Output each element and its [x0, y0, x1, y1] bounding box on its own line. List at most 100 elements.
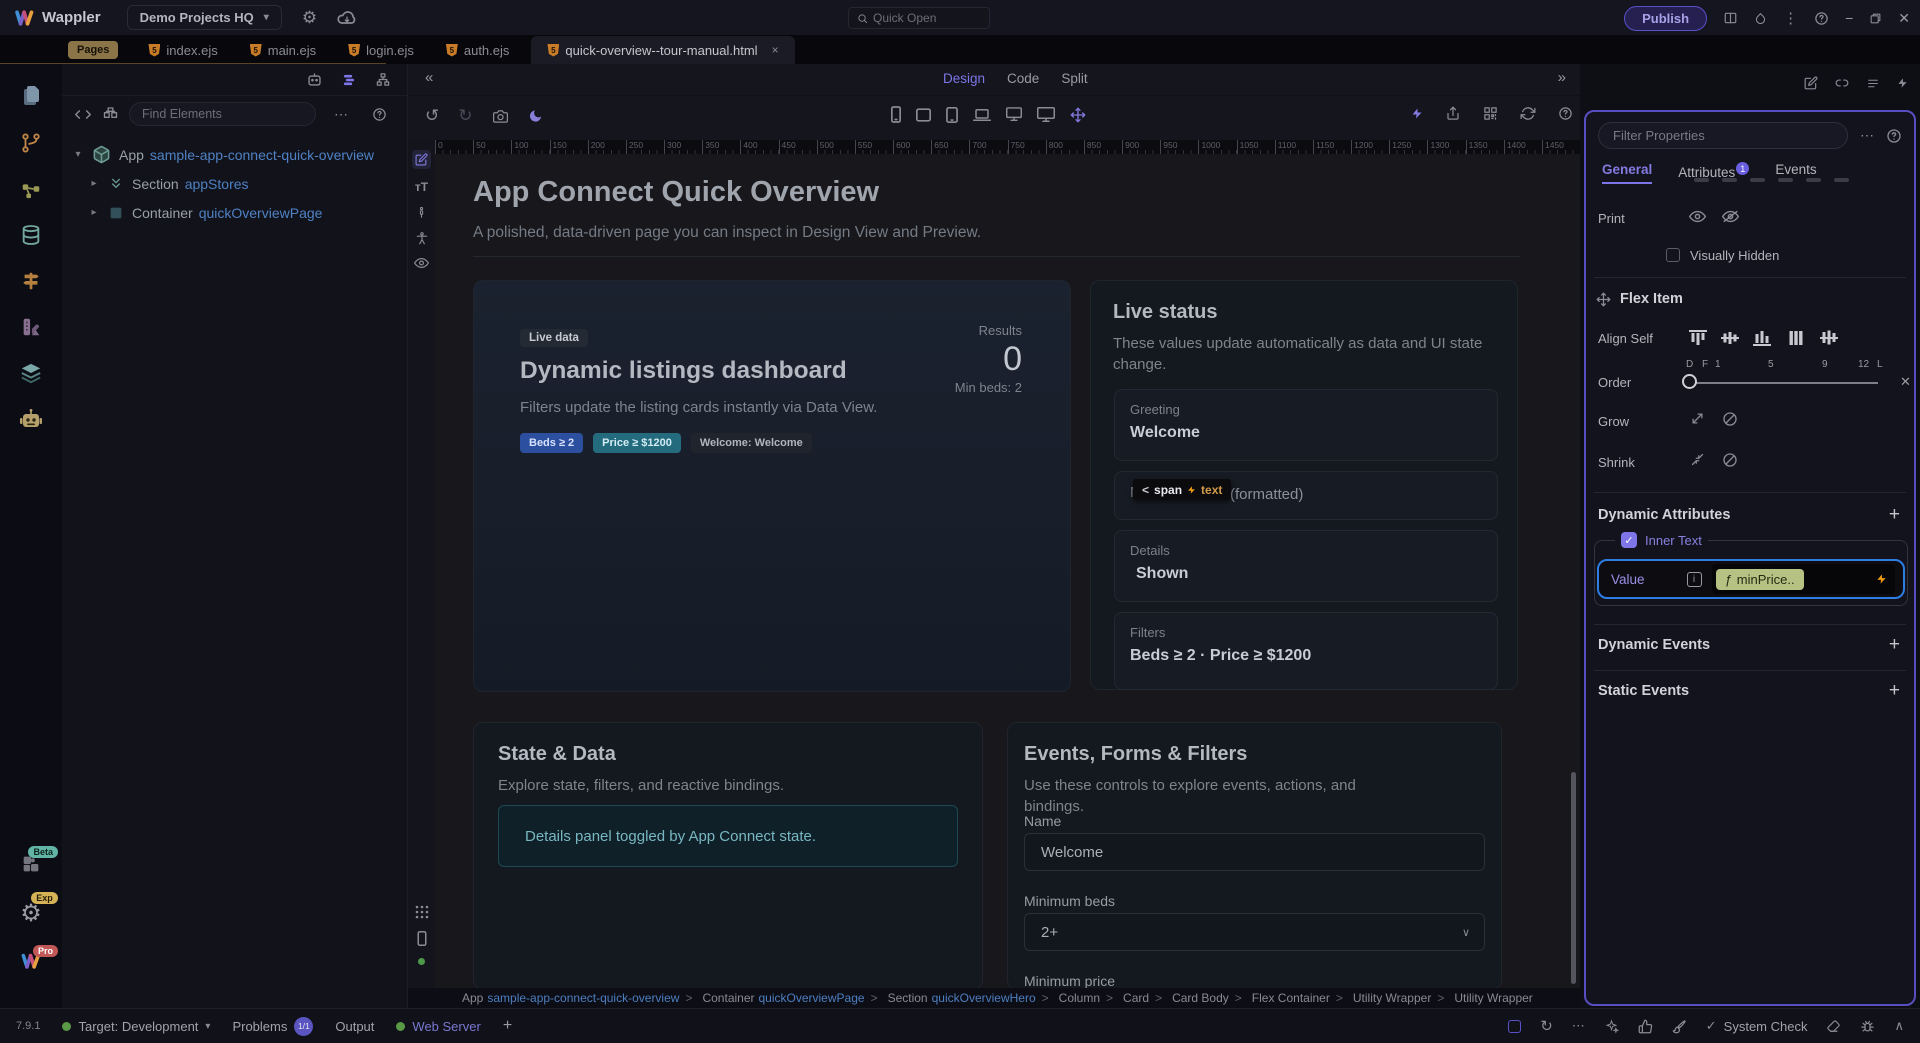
- breadcrumb-segment[interactable]: Utility Wrapper: [1330, 991, 1431, 1005]
- order-clear-icon[interactable]: ✕: [1900, 374, 1911, 390]
- align-center-icon[interactable]: [1720, 329, 1740, 347]
- grow-none-icon[interactable]: [1722, 411, 1738, 427]
- experimental-gear-icon[interactable]: ⚙ Exp: [20, 899, 42, 928]
- cloud-deploy-icon[interactable]: [337, 10, 357, 26]
- min-beds-label[interactable]: Min beds: 2: [955, 380, 1022, 395]
- add-dynamic-attribute-button[interactable]: +: [1889, 506, 1900, 524]
- app-connect-bolt-icon[interactable]: [1411, 106, 1423, 121]
- ai-assistant-icon[interactable]: [306, 72, 323, 87]
- print-visible-eye-icon[interactable]: [1689, 210, 1706, 223]
- chevron-collapsed-icon[interactable]: ▸: [88, 178, 100, 189]
- dark-mode-moon-icon[interactable]: [528, 108, 543, 124]
- chip-parent-arrow-icon[interactable]: <: [1142, 483, 1149, 497]
- theme-droplet-icon[interactable]: [1754, 11, 1767, 26]
- window-minimize-button[interactable]: −: [1845, 10, 1853, 26]
- redo-icon[interactable]: ↻: [458, 106, 472, 126]
- text-size-icon[interactable]: ᴛT: [415, 180, 428, 194]
- filter-properties-input[interactable]: [1598, 122, 1848, 149]
- ai-sparkles-icon[interactable]: [1604, 1019, 1619, 1034]
- ai-robot-icon[interactable]: [19, 408, 43, 430]
- workflows-icon[interactable]: [20, 178, 42, 200]
- state-data-card[interactable]: State & Data Explore state, filters, and…: [473, 722, 983, 988]
- split-columns-icon[interactable]: [1723, 11, 1738, 25]
- grid-dots-icon[interactable]: [415, 905, 429, 919]
- state-data-title[interactable]: State & Data: [498, 743, 958, 766]
- device-phone-icon[interactable]: [891, 106, 901, 123]
- value-binding-row[interactable]: Value i ƒminPrice..: [1597, 559, 1905, 599]
- add-static-event-button[interactable]: +: [1889, 682, 1900, 700]
- live-status-subtitle[interactable]: These values update automatically as dat…: [1113, 333, 1483, 375]
- debug-bug-icon[interactable]: [1860, 1019, 1875, 1034]
- grow-expand-icon[interactable]: [1690, 411, 1705, 426]
- align-end-icon[interactable]: [1752, 329, 1772, 347]
- expression-token[interactable]: ƒminPrice..: [1716, 569, 1804, 590]
- filter-chip-beds[interactable]: Beds ≥ 2: [520, 433, 583, 453]
- unlink-icon[interactable]: [1835, 76, 1849, 90]
- binding-bolt-icon[interactable]: [1876, 572, 1887, 586]
- page-title[interactable]: App Connect Quick Overview: [473, 176, 879, 209]
- state-data-subtitle[interactable]: Explore state, filters, and reactive bin…: [498, 775, 868, 796]
- tree-item-app[interactable]: ▾ App sample-app-connect-quick-overview: [62, 140, 407, 169]
- breadcrumb-segment[interactable]: Column: [1036, 991, 1100, 1005]
- format-brush-icon[interactable]: [1672, 1019, 1687, 1034]
- tab-main-ejs[interactable]: 5main.ejs: [234, 36, 332, 64]
- breadcrumb-segment[interactable]: Card: [1100, 991, 1149, 1005]
- help-icon[interactable]: [1886, 128, 1902, 144]
- formatted-subcard[interactable]: M (formatted) < span text: [1114, 471, 1498, 520]
- live-data-badge[interactable]: Live data: [520, 329, 588, 347]
- edit-element-icon[interactable]: [1804, 76, 1818, 90]
- tab-close-icon[interactable]: ×: [772, 43, 779, 57]
- print-hidden-eye-slash-icon[interactable]: [1722, 210, 1739, 223]
- order-slider-track[interactable]: [1690, 382, 1878, 384]
- pages-badge[interactable]: Pages: [68, 41, 118, 59]
- inspect-info-icon[interactable]: [415, 205, 428, 220]
- list-view-icon[interactable]: [341, 73, 357, 87]
- help-icon[interactable]: [1558, 106, 1573, 121]
- problems-button[interactable]: Problems 1/1: [232, 1017, 313, 1036]
- publish-button[interactable]: Publish: [1624, 6, 1707, 31]
- more-options-icon[interactable]: ⋯: [334, 106, 348, 123]
- project-selector[interactable]: Demo Projects HQ ▾: [127, 5, 282, 30]
- design-assets-icon[interactable]: [20, 316, 42, 338]
- filters-subcard[interactable]: Filters Beds ≥ 2 · Price ≥ $1200: [1114, 612, 1498, 690]
- mode-split[interactable]: Split: [1061, 71, 1087, 86]
- tree-view-icon[interactable]: [375, 72, 391, 87]
- order-slider-thumb[interactable]: [1682, 374, 1697, 389]
- collapse-right-icon[interactable]: »: [1558, 69, 1566, 86]
- inner-text-checkbox[interactable]: ✓: [1621, 532, 1637, 548]
- output-button[interactable]: Output: [335, 1019, 374, 1034]
- extensions-puzzle-icon[interactable]: Beta: [20, 853, 42, 875]
- code-icon[interactable]: [74, 108, 92, 121]
- visibility-eye-icon[interactable]: [414, 257, 429, 269]
- results-value[interactable]: 0: [955, 338, 1022, 380]
- breadcrumb-segment[interactable]: ContainerquickOverviewPage: [679, 991, 864, 1005]
- qr-code-icon[interactable]: [1483, 106, 1498, 121]
- results-label[interactable]: Results: [955, 323, 1022, 338]
- tab-general[interactable]: General: [1602, 162, 1652, 184]
- pages-panel-icon[interactable]: [19, 84, 43, 108]
- design-canvas[interactable]: App Connect Quick Overview A polished, d…: [435, 154, 1580, 988]
- shrink-collapse-icon[interactable]: [1690, 452, 1705, 467]
- help-icon[interactable]: [1814, 11, 1829, 26]
- window-restore-button[interactable]: [1869, 12, 1882, 25]
- breadcrumb-segment[interactable]: Utility Wrapper: [1431, 991, 1532, 1005]
- align-start-icon[interactable]: [1688, 329, 1708, 347]
- tab-login-ejs[interactable]: 5login.ejs: [332, 36, 430, 64]
- name-field-input[interactable]: Welcome: [1024, 833, 1485, 871]
- responsive-phone-icon[interactable]: [417, 931, 427, 946]
- value-expression-input[interactable]: ƒminPrice..: [1712, 564, 1895, 594]
- breadcrumb-segment[interactable]: Appsample-app-connect-quick-overview: [462, 991, 679, 1005]
- breadcrumb-segment[interactable]: Card Body: [1149, 991, 1229, 1005]
- target-selector[interactable]: Target: Development ▾: [62, 1019, 210, 1034]
- tree-item-container[interactable]: ▸ Container quickOverviewPage: [62, 198, 407, 227]
- add-dynamic-event-button[interactable]: +: [1889, 636, 1900, 654]
- min-beds-select[interactable]: 2+ ∨: [1024, 913, 1485, 951]
- chevron-expanded-icon[interactable]: ▾: [72, 149, 84, 160]
- dynamic-bolt-icon[interactable]: [1897, 76, 1908, 90]
- tab-auth-ejs[interactable]: 5auth.ejs: [430, 36, 526, 64]
- chevron-up-icon[interactable]: ∧: [1894, 1018, 1904, 1034]
- visually-hidden-checkbox[interactable]: [1666, 248, 1680, 262]
- filter-chip-welcome[interactable]: Welcome: Welcome: [691, 433, 812, 453]
- shrink-none-icon[interactable]: [1722, 452, 1738, 468]
- screenshot-camera-icon[interactable]: [492, 109, 509, 124]
